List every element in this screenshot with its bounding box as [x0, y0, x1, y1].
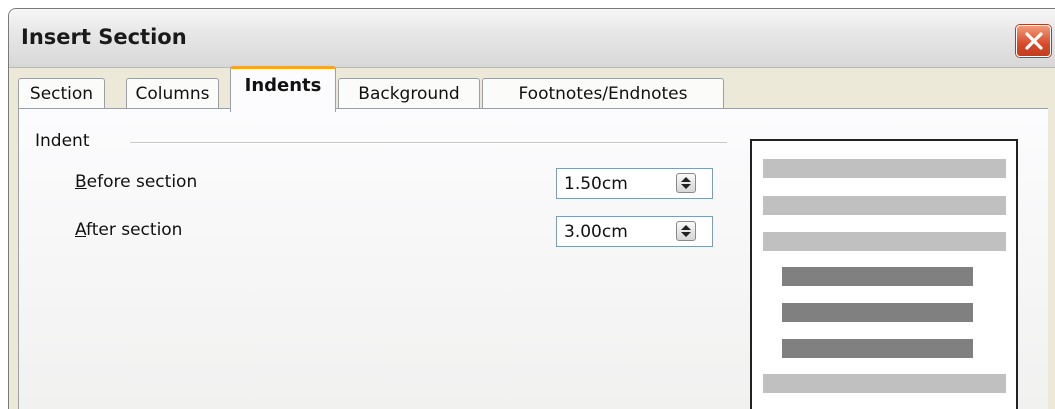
after-section-label-text: fter section	[86, 220, 183, 240]
after-section-value: 3.00cm	[564, 222, 628, 242]
before-section-label: Before section	[75, 172, 197, 192]
tab-section-label: Section	[29, 84, 94, 104]
tab-bar: Section Columns Indents Background Footn…	[18, 66, 1055, 112]
after-section-mnemonic: A	[75, 220, 87, 240]
after-section-label: After section	[75, 220, 182, 240]
preview-text-line	[763, 159, 1006, 178]
group-divider	[130, 142, 727, 144]
dialog-title: Insert Section	[21, 25, 187, 49]
tab-background-label: Background	[358, 84, 460, 104]
preview-section-line	[782, 339, 973, 358]
close-icon	[1025, 32, 1043, 50]
indent-group-label: Indent	[35, 131, 90, 151]
preview-section-line	[782, 303, 973, 322]
section-indent-preview	[750, 139, 1018, 409]
tab-indents-label: Indents	[244, 75, 322, 96]
after-section-spin-button[interactable]	[676, 221, 696, 241]
before-section-mnemonic: B	[75, 172, 87, 192]
tab-footnotes-endnotes[interactable]: Footnotes/Endnotes	[482, 78, 724, 109]
preview-text-line	[763, 196, 1006, 215]
tab-indents[interactable]: Indents	[230, 66, 336, 112]
tab-footnotes-endnotes-label: Footnotes/Endnotes	[518, 84, 688, 104]
tab-columns-label: Columns	[135, 84, 210, 104]
tab-background[interactable]: Background	[338, 78, 480, 109]
close-button[interactable]	[1016, 25, 1051, 57]
tab-section[interactable]: Section	[18, 78, 105, 109]
spin-updown-icon	[681, 177, 691, 189]
before-section-label-text: efore section	[86, 172, 198, 192]
title-bar: Insert Section	[9, 9, 1055, 68]
preview-text-line	[763, 232, 1006, 251]
preview-section-line	[782, 267, 973, 286]
spin-updown-icon	[681, 225, 691, 237]
tab-columns[interactable]: Columns	[126, 78, 219, 109]
preview-text-line	[763, 374, 1006, 393]
before-section-value: 1.50cm	[564, 174, 628, 194]
before-section-spin-button[interactable]	[676, 173, 696, 193]
